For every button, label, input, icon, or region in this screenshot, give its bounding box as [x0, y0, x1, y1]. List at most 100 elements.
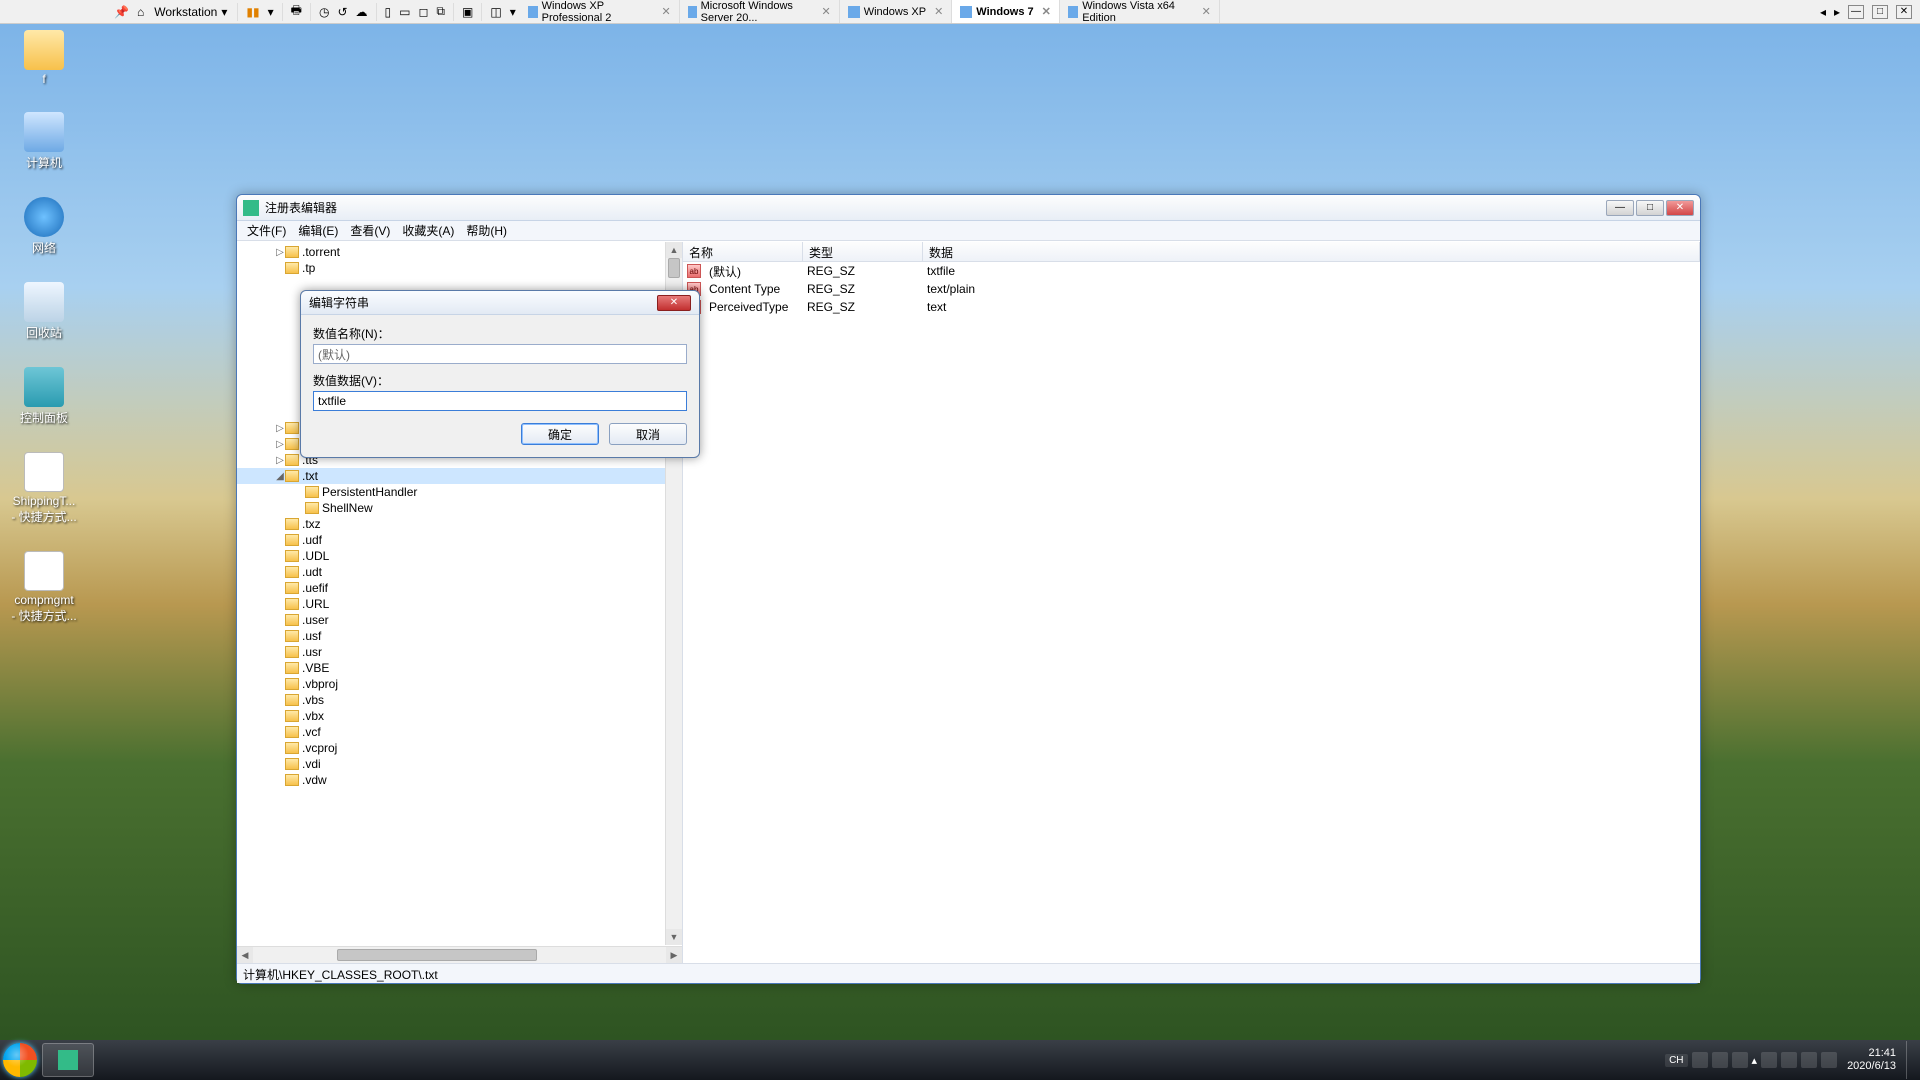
tree-node[interactable]: .URL — [237, 596, 682, 612]
tree-node[interactable]: .tp — [237, 260, 682, 276]
regedit-minimize-button[interactable]: — — [1606, 200, 1634, 216]
menu-item[interactable]: 编辑(E) — [292, 222, 344, 239]
tree-node[interactable]: .UDL — [237, 548, 682, 564]
desktop-icon[interactable]: 回收站 — [6, 282, 82, 341]
vm-tab[interactable]: Microsoft Windows Server 20...✕ — [680, 0, 840, 23]
desktop-icon[interactable]: 计算机 — [6, 112, 82, 171]
tree-node[interactable]: .vbs — [237, 692, 682, 708]
menu-item[interactable]: 文件(F) — [241, 222, 292, 239]
tree-node[interactable]: .vbx — [237, 708, 682, 724]
volume-icon[interactable] — [1821, 1052, 1837, 1068]
vm-view2-icon[interactable]: ▭ — [395, 3, 414, 21]
scroll-up-icon[interactable]: ▲ — [666, 242, 682, 258]
desktop-icon[interactable]: 控制面板 — [6, 367, 82, 426]
expand-icon[interactable]: ▷ — [275, 439, 285, 450]
expand-icon[interactable]: ▷ — [275, 247, 285, 258]
list-row[interactable]: abPerceivedTypeREG_SZtext — [683, 298, 1700, 316]
vm-tabs-next-icon[interactable]: ▸ — [1834, 5, 1840, 19]
clock[interactable]: 21:41 2020/6/13 — [1841, 1047, 1902, 1073]
tree-node[interactable]: .usr — [237, 644, 682, 660]
desktop[interactable]: f 计算机网络回收站控制面板 ShippingT... - 快捷方式... compm… — [0, 24, 1920, 1080]
tree-node[interactable]: .txz — [237, 516, 682, 532]
vm-tab-close-icon[interactable]: ✕ — [1042, 5, 1051, 18]
vm-close-button[interactable]: ✕ — [1896, 5, 1912, 19]
vm-tab[interactable]: Windows Vista x64 Edition✕ — [1060, 0, 1220, 23]
tree-node[interactable]: .udt — [237, 564, 682, 580]
vm-pin-icon[interactable]: 📌 — [110, 3, 133, 21]
vm-home-icon[interactable]: ⌂ — [133, 3, 148, 21]
tree-hscrollbar[interactable]: ◀ ▶ — [237, 946, 682, 963]
tree-node[interactable]: ◢.txt — [237, 468, 682, 484]
value-data-field[interactable] — [313, 391, 687, 411]
tree-node[interactable]: .vbproj — [237, 676, 682, 692]
workstation-menu[interactable]: Workstation ▾ — [148, 3, 233, 21]
dialog-titlebar[interactable]: 编辑字符串 ✕ — [301, 291, 699, 315]
network-icon[interactable] — [1801, 1052, 1817, 1068]
tree-node[interactable]: .usf — [237, 628, 682, 644]
tree-node[interactable]: .vcf — [237, 724, 682, 740]
ime-indicator[interactable]: CH — [1665, 1054, 1687, 1067]
vm-tab-close-icon[interactable]: ✕ — [1202, 5, 1211, 18]
ok-button[interactable]: 确定 — [521, 423, 599, 445]
tree-node[interactable]: PersistentHandler — [237, 484, 682, 500]
ime-mode-icon[interactable] — [1692, 1052, 1708, 1068]
desktop-icon[interactable]: ShippingT... - 快捷方式... — [6, 452, 82, 525]
tree-node[interactable]: ▷.torrent — [237, 244, 682, 260]
desktop-icon[interactable]: compmgmt - 快捷方式... — [6, 551, 82, 624]
desktop-icon[interactable]: 网络 — [6, 197, 82, 256]
vm-snapshot-icon[interactable]: ◷ — [315, 3, 333, 21]
task-regedit[interactable] — [42, 1043, 94, 1077]
vm-view4-icon[interactable]: ⧉ — [432, 2, 449, 21]
list-row[interactable]: abContent TypeREG_SZtext/plain — [683, 280, 1700, 298]
vm-tab-close-icon[interactable]: ✕ — [662, 5, 671, 18]
vm-tab[interactable]: Windows XP Professional 2✕ — [520, 0, 680, 23]
action-center-icon[interactable] — [1761, 1052, 1777, 1068]
menu-item[interactable]: 查看(V) — [344, 222, 396, 239]
vm-maximize-button[interactable]: □ — [1872, 5, 1888, 19]
start-button[interactable] — [0, 1040, 40, 1080]
help-icon[interactable] — [1732, 1052, 1748, 1068]
scroll-left-icon[interactable]: ◀ — [237, 947, 253, 963]
vm-manage-icon[interactable]: ☁ — [352, 3, 372, 21]
dialog-close-button[interactable]: ✕ — [657, 295, 691, 311]
vm-tab-close-icon[interactable]: ✕ — [822, 5, 831, 18]
tray-app-icon[interactable] — [1781, 1052, 1797, 1068]
regedit-maximize-button[interactable]: □ — [1636, 200, 1664, 216]
vm-unity-menu[interactable]: ▾ — [506, 3, 520, 21]
vm-fullscreen-icon[interactable]: ▣ — [458, 3, 477, 21]
tree-node[interactable]: .VBE — [237, 660, 682, 676]
tree-node[interactable]: .uefif — [237, 580, 682, 596]
col-name[interactable]: 名称 — [683, 242, 803, 261]
vm-tab[interactable]: Windows XP✕ — [840, 0, 953, 23]
vm-view3-icon[interactable]: ◻ — [414, 3, 432, 21]
vm-unity-icon[interactable]: ◫ — [486, 3, 505, 21]
tree-node[interactable]: .user — [237, 612, 682, 628]
col-type[interactable]: 类型 — [803, 242, 923, 261]
scroll-right-icon[interactable]: ▶ — [666, 947, 682, 963]
vm-send-icon[interactable]: 🖶 — [287, 0, 306, 24]
regedit-close-button[interactable]: ✕ — [1666, 200, 1694, 216]
vm-tab[interactable]: Windows 7✕ — [952, 0, 1060, 23]
expand-icon[interactable]: ◢ — [275, 471, 285, 482]
vm-minimize-button[interactable]: — — [1848, 5, 1864, 19]
menu-item[interactable]: 收藏夹(A) — [396, 222, 460, 239]
regedit-titlebar[interactable]: 注册表编辑器 — □ ✕ — [237, 195, 1700, 221]
tree-node[interactable]: .udf — [237, 532, 682, 548]
list-header[interactable]: 名称 类型 数据 — [683, 242, 1700, 262]
tree-node[interactable]: .vdw — [237, 772, 682, 788]
tree-node[interactable]: .vcproj — [237, 740, 682, 756]
menu-item[interactable]: 帮助(H) — [460, 222, 513, 239]
desktop-icon[interactable]: f — [6, 30, 82, 86]
expand-icon[interactable]: ▷ — [275, 455, 285, 466]
vm-view1-icon[interactable]: ▯ — [381, 3, 396, 21]
cancel-button[interactable]: 取消 — [609, 423, 687, 445]
expand-icon[interactable]: ▷ — [275, 423, 285, 434]
tree-node[interactable]: .vdi — [237, 756, 682, 772]
ime-keyboard-icon[interactable] — [1712, 1052, 1728, 1068]
scroll-down-icon[interactable]: ▼ — [666, 929, 682, 945]
col-data[interactable]: 数据 — [923, 242, 1700, 261]
scroll-hthumb[interactable] — [337, 949, 537, 961]
vm-revert-icon[interactable]: ↺ — [333, 3, 351, 21]
scroll-thumb[interactable] — [668, 258, 680, 278]
vm-pause-menu[interactable]: ▾ — [264, 3, 278, 21]
